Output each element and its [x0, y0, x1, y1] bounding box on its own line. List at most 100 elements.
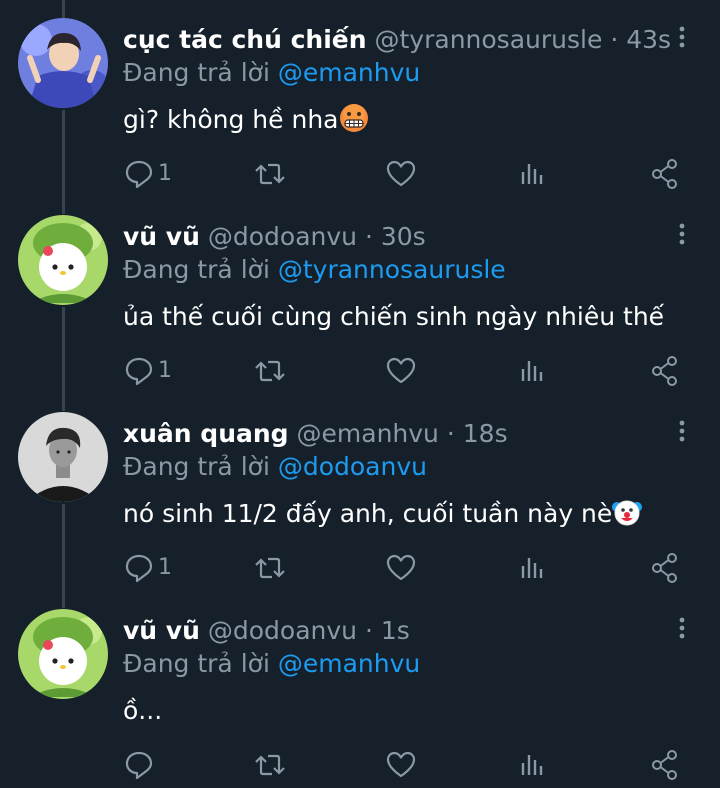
retweet-button[interactable]: [253, 748, 287, 782]
reply-button[interactable]: [124, 157, 184, 191]
reply-button[interactable]: [124, 551, 184, 585]
reply-icon: [124, 157, 184, 191]
tweet-text: gì? không hề nha: [123, 102, 369, 138]
separator-dot: ·: [446, 419, 455, 448]
reply-icon: [124, 354, 184, 388]
like-icon: [385, 354, 417, 388]
like-button[interactable]: [385, 157, 417, 191]
share-button[interactable]: [650, 748, 680, 782]
timestamp[interactable]: 18s: [463, 419, 508, 448]
tweet-actions: [0, 748, 720, 782]
replying-to: Đang trả lời @tyrannosaurusle: [123, 252, 506, 288]
like-button[interactable]: [385, 748, 417, 782]
tweet[interactable]: cục tác chú chiến @tyrannosaurusle · 43s…: [0, 0, 720, 197]
tweet-text: nó sinh 11/2 đấy anh, cuối tuần này nè: [123, 496, 643, 532]
like-icon: [385, 748, 417, 782]
replying-to-label: Đang trả lời: [123, 452, 270, 481]
tweet-text: ồ...: [123, 693, 162, 729]
clown-face-emoji: [612, 497, 643, 527]
display-name[interactable]: xuân quang: [123, 419, 289, 448]
separator-dot: ·: [364, 222, 373, 251]
tweet-text-content: nó sinh 11/2 đấy anh, cuối tuần này nè: [123, 499, 613, 528]
views-icon: [518, 354, 548, 388]
share-button[interactable]: [650, 354, 680, 388]
reply-count: 1: [158, 555, 172, 580]
mention-link[interactable]: @emanhvu: [278, 649, 420, 678]
views-button[interactable]: [518, 748, 548, 782]
reply-count: 1: [158, 161, 172, 186]
display-name[interactable]: vũ vũ: [123, 616, 200, 645]
more-icon[interactable]: [672, 221, 692, 249]
tweet-header: vũ vũ @dodoanvu · 1s: [123, 613, 410, 649]
user-handle[interactable]: @emanhvu: [297, 419, 439, 448]
tweet-header: cục tác chú chiến @tyrannosaurusle · 43s: [123, 22, 671, 58]
retweet-icon: [253, 157, 287, 191]
user-handle[interactable]: @dodoanvu: [208, 222, 357, 251]
avatar[interactable]: [18, 609, 108, 699]
tweet-actions: 1: [0, 157, 720, 191]
tweet-actions: 1: [0, 354, 720, 388]
views-button[interactable]: [518, 551, 548, 585]
retweet-icon: [253, 748, 287, 782]
replying-to: Đang trả lời @emanhvu: [123, 55, 420, 91]
share-icon: [650, 157, 680, 191]
reply-count: 1: [158, 358, 172, 383]
replying-to: Đang trả lời @dodoanvu: [123, 449, 427, 485]
display-name[interactable]: vũ vũ: [123, 222, 200, 251]
more-icon[interactable]: [672, 418, 692, 446]
like-icon: [385, 551, 417, 585]
retweet-button[interactable]: [253, 551, 287, 585]
views-button[interactable]: [518, 157, 548, 191]
tweet-header: vũ vũ @dodoanvu · 30s: [123, 219, 426, 255]
like-icon: [385, 157, 417, 191]
avatar[interactable]: [18, 412, 108, 502]
separator-dot: ·: [610, 25, 619, 54]
share-button[interactable]: [650, 157, 680, 191]
like-button[interactable]: [385, 354, 417, 388]
replying-to-label: Đang trả lời: [123, 58, 270, 87]
retweet-button[interactable]: [253, 354, 287, 388]
user-handle[interactable]: @tyrannosaurusle: [375, 25, 603, 54]
user-handle[interactable]: @dodoanvu: [208, 616, 357, 645]
tweet[interactable]: vũ vũ @dodoanvu · 30s Đang trả lời @tyra…: [0, 197, 720, 394]
more-icon[interactable]: [672, 24, 692, 52]
grimacing-face-emoji: [339, 103, 369, 133]
avatar[interactable]: [18, 18, 108, 108]
views-button[interactable]: [518, 354, 548, 388]
more-icon[interactable]: [672, 615, 692, 643]
separator-dot: ·: [364, 616, 373, 645]
replying-to-label: Đang trả lời: [123, 255, 270, 284]
timestamp[interactable]: 43s: [626, 25, 671, 54]
reply-button[interactable]: [124, 748, 184, 782]
replying-to-label: Đang trả lời: [123, 649, 270, 678]
retweet-icon: [253, 551, 287, 585]
share-icon: [650, 354, 680, 388]
like-button[interactable]: [385, 551, 417, 585]
tweet[interactable]: vũ vũ @dodoanvu · 1s Đang trả lời @emanh…: [0, 591, 720, 788]
mention-link[interactable]: @dodoanvu: [278, 452, 427, 481]
tweet[interactable]: xuân quang @emanhvu · 18s Đang trả lời @…: [0, 394, 720, 591]
tweet-text-content: ồ...: [123, 696, 163, 725]
replying-to: Đang trả lời @emanhvu: [123, 646, 420, 682]
share-button[interactable]: [650, 551, 680, 585]
retweet-icon: [253, 354, 287, 388]
reply-button[interactable]: [124, 354, 184, 388]
mention-link[interactable]: @emanhvu: [278, 58, 420, 87]
tweet-text-content: gì? không hề nha: [123, 105, 339, 134]
tweet-text-content: ủa thế cuối cùng chiến sinh ngày nhiêu t…: [123, 302, 665, 331]
reply-icon: [124, 551, 184, 585]
timestamp[interactable]: 30s: [381, 222, 426, 251]
reply-icon: [124, 748, 184, 782]
mention-link[interactable]: @tyrannosaurusle: [278, 255, 506, 284]
views-icon: [518, 748, 548, 782]
tweet-header: xuân quang @emanhvu · 18s: [123, 416, 508, 452]
timestamp[interactable]: 1s: [381, 616, 410, 645]
avatar[interactable]: [18, 215, 108, 305]
display-name[interactable]: cục tác chú chiến: [123, 25, 367, 54]
share-icon: [650, 748, 680, 782]
retweet-button[interactable]: [253, 157, 287, 191]
share-icon: [650, 551, 680, 585]
views-icon: [518, 157, 548, 191]
tweet-actions: 1: [0, 551, 720, 585]
views-icon: [518, 551, 548, 585]
